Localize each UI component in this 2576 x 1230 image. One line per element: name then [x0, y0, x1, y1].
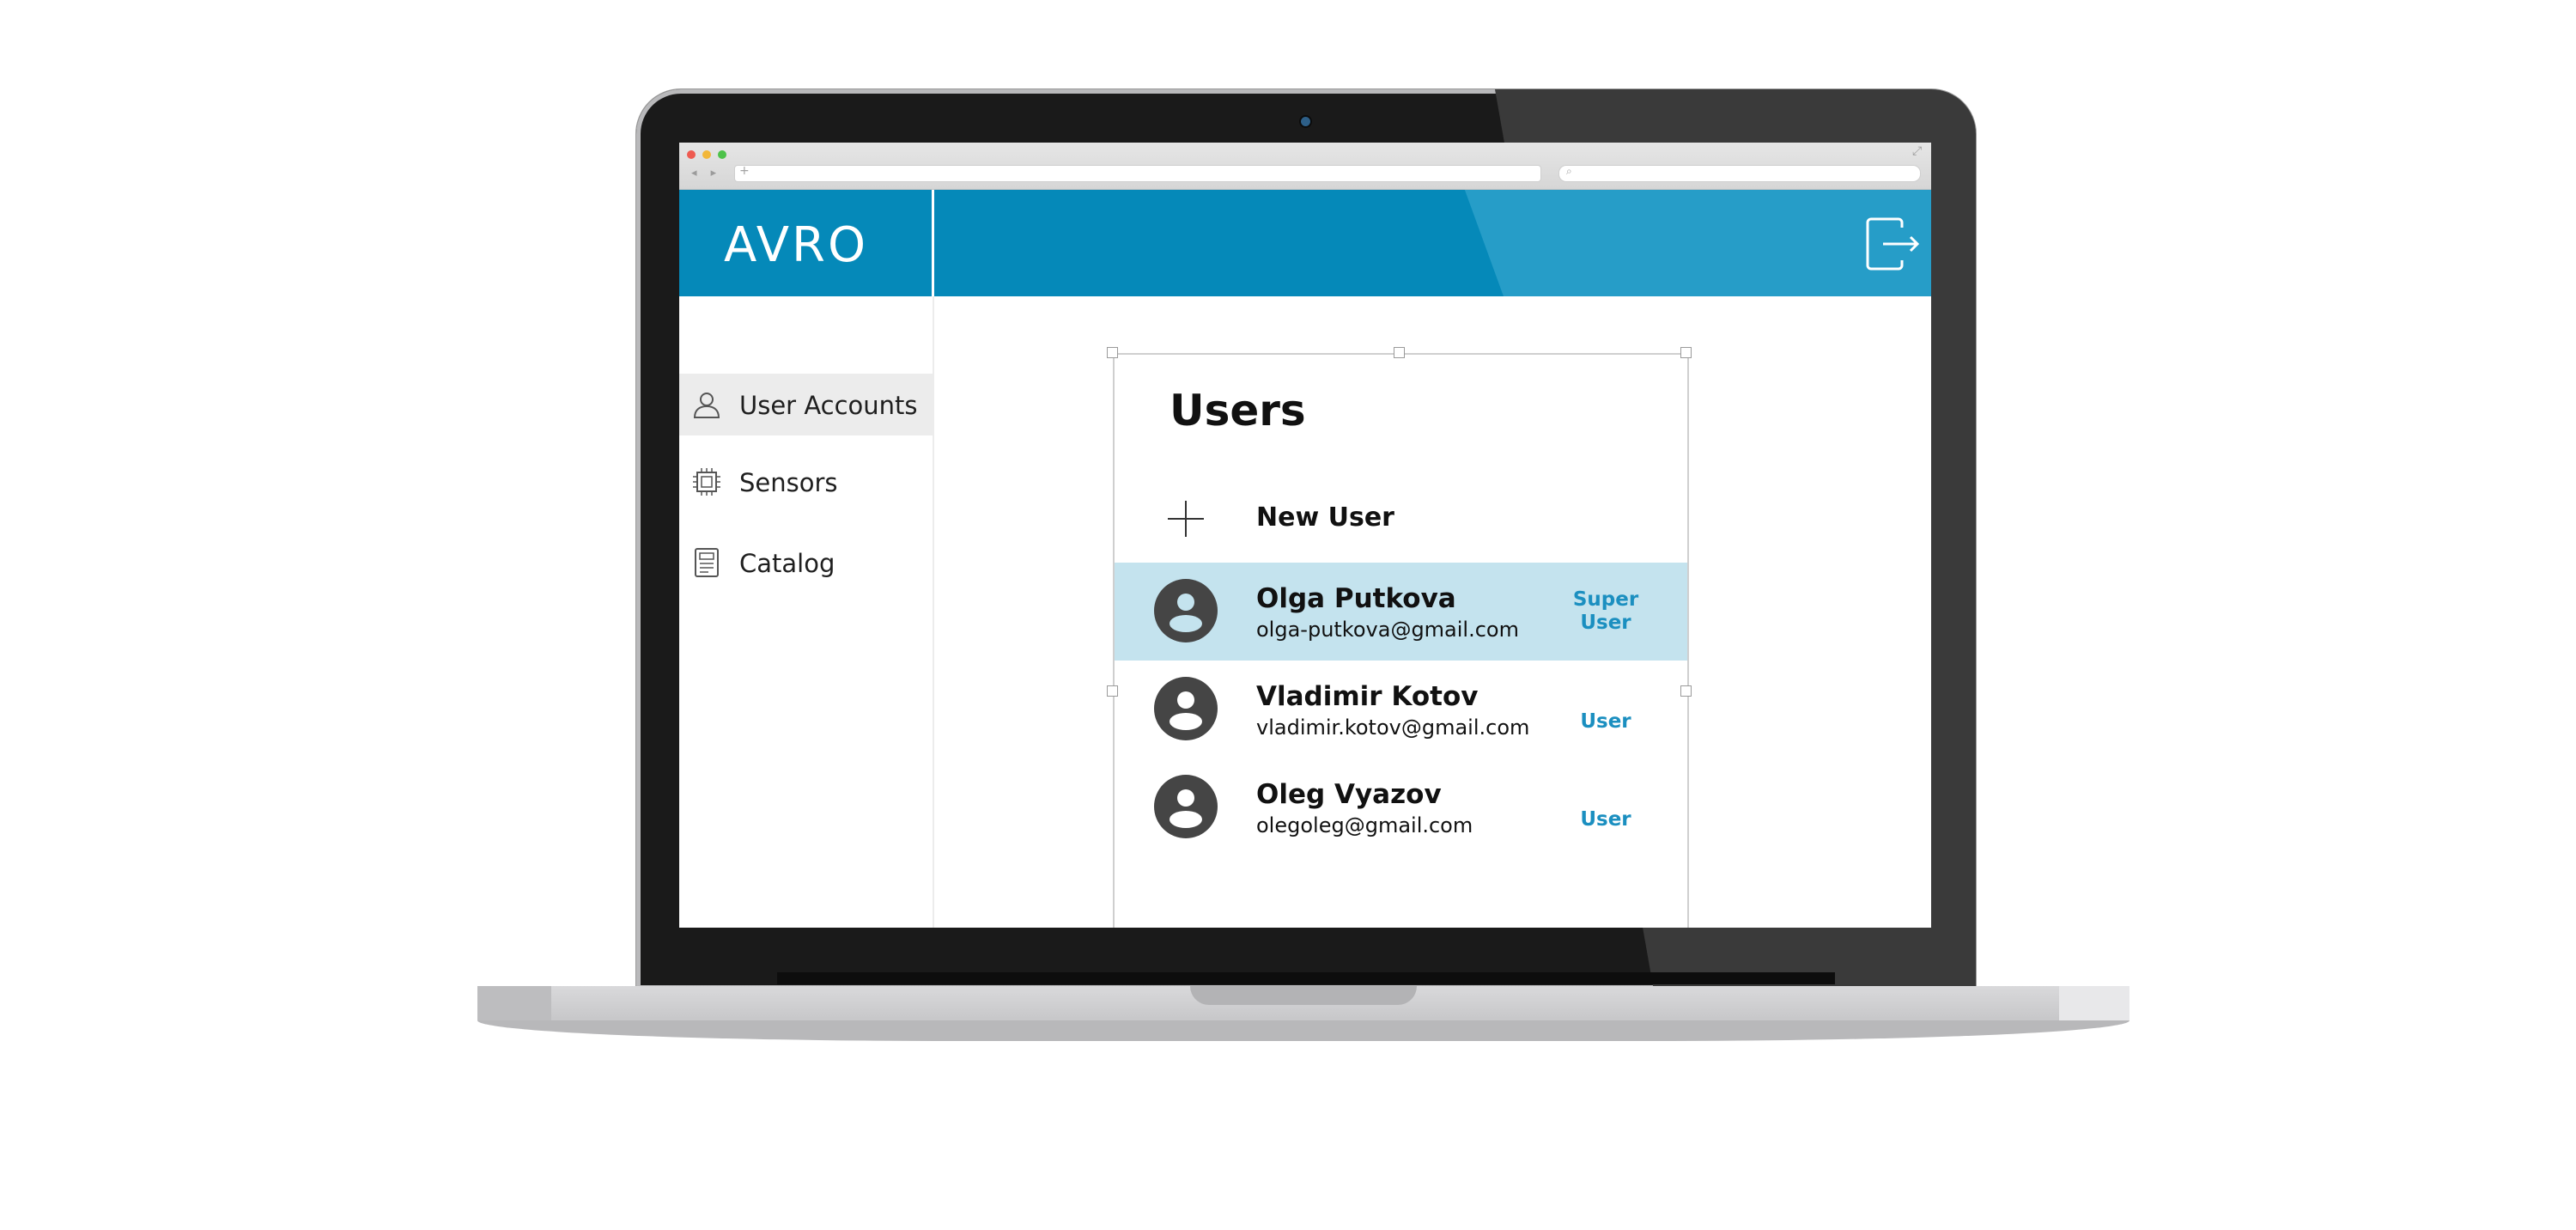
header-divider	[932, 190, 934, 296]
sidebar-item-catalog[interactable]: Catalog	[679, 532, 933, 594]
laptop-bottom	[477, 1020, 2129, 1041]
sidebar-item-user-accounts[interactable]: User Accounts	[679, 374, 933, 435]
user-icon	[693, 393, 720, 418]
logout-icon	[1866, 217, 1920, 271]
resize-handle-top-left[interactable]	[1107, 347, 1118, 358]
user-email: vladimir.kotov@gmail.com	[1256, 715, 1530, 740]
role-line: Super	[1572, 588, 1639, 611]
user-email: olga-putkova@gmail.com	[1256, 618, 1519, 642]
close-window-button[interactable]	[687, 150, 696, 159]
role-line: User	[1580, 612, 1631, 634]
avatar-icon	[1154, 677, 1218, 740]
app-logo: AVRO	[724, 217, 869, 273]
role-line: User	[1580, 808, 1631, 831]
user-name: Olga Putkova	[1256, 583, 1456, 614]
user-email: olegoleg@gmail.com	[1256, 813, 1473, 837]
role-badge: User	[1567, 808, 1644, 831]
plus-icon	[1168, 501, 1204, 537]
laptop-base-right	[2059, 986, 2129, 1020]
sidebar-item-label: User Accounts	[739, 391, 918, 420]
camera	[1301, 117, 1310, 126]
user-name: Oleg Vyazov	[1256, 779, 1442, 810]
resize-handle-left[interactable]	[1107, 685, 1118, 697]
user-name: Vladimir Kotov	[1256, 681, 1479, 712]
browser-toolbar: ◂ ▸ + ⌕ ⤢	[679, 143, 1931, 190]
laptop-base-left	[477, 986, 551, 1020]
address-bar[interactable]: +	[734, 164, 1541, 182]
user-row-olga-putkova[interactable]: Olga Putkova olga-putkova@gmail.com Supe…	[1115, 563, 1687, 661]
new-user-button[interactable]: New User	[1115, 484, 1687, 552]
role-badge: Super User	[1567, 588, 1644, 635]
laptop-notch	[1190, 986, 1417, 1005]
app-header: AVRO	[679, 190, 1931, 296]
page-title: Users	[1170, 386, 1306, 435]
role-badge: User	[1567, 710, 1644, 734]
zoom-window-button[interactable]	[718, 150, 726, 159]
resize-handle-top[interactable]	[1394, 347, 1405, 358]
screen: ◂ ▸ + ⌕ ⤢ AVRO User Accounts Sensors Cat…	[679, 143, 1931, 928]
sidebar: User Accounts Sensors Catalog	[679, 296, 934, 928]
user-row-oleg-vyazov[interactable]: Oleg Vyazov olegoleg@gmail.com User	[1115, 758, 1687, 856]
sidebar-item-sensors[interactable]: Sensors	[679, 451, 933, 513]
logout-button[interactable]	[1862, 214, 1923, 274]
browser-search-field[interactable]: ⌕	[1558, 165, 1921, 182]
back-forward-arrows-icon[interactable]: ◂ ▸	[691, 167, 721, 180]
users-panel: Users New User Olga Putkova olga-putkova…	[1113, 353, 1689, 928]
header-accent	[1464, 190, 1931, 296]
chip-icon	[693, 468, 720, 496]
resize-handle-right[interactable]	[1680, 685, 1692, 697]
catalog-icon	[695, 548, 719, 577]
search-icon: ⌕	[1566, 165, 1572, 177]
role-line: User	[1580, 710, 1631, 733]
fullscreen-icon[interactable]: ⤢	[1912, 144, 1922, 158]
minimize-window-button[interactable]	[702, 150, 711, 159]
avatar-icon	[1154, 775, 1218, 838]
sidebar-item-label: Sensors	[739, 468, 838, 497]
new-user-label: New User	[1256, 502, 1394, 533]
resize-handle-top-right[interactable]	[1680, 347, 1692, 358]
user-row-vladimir-kotov[interactable]: Vladimir Kotov vladimir.kotov@gmail.com …	[1115, 661, 1687, 758]
plus-icon: +	[739, 164, 750, 178]
avatar-icon	[1154, 579, 1218, 642]
laptop-slot	[777, 972, 1835, 984]
sidebar-item-label: Catalog	[739, 549, 835, 578]
